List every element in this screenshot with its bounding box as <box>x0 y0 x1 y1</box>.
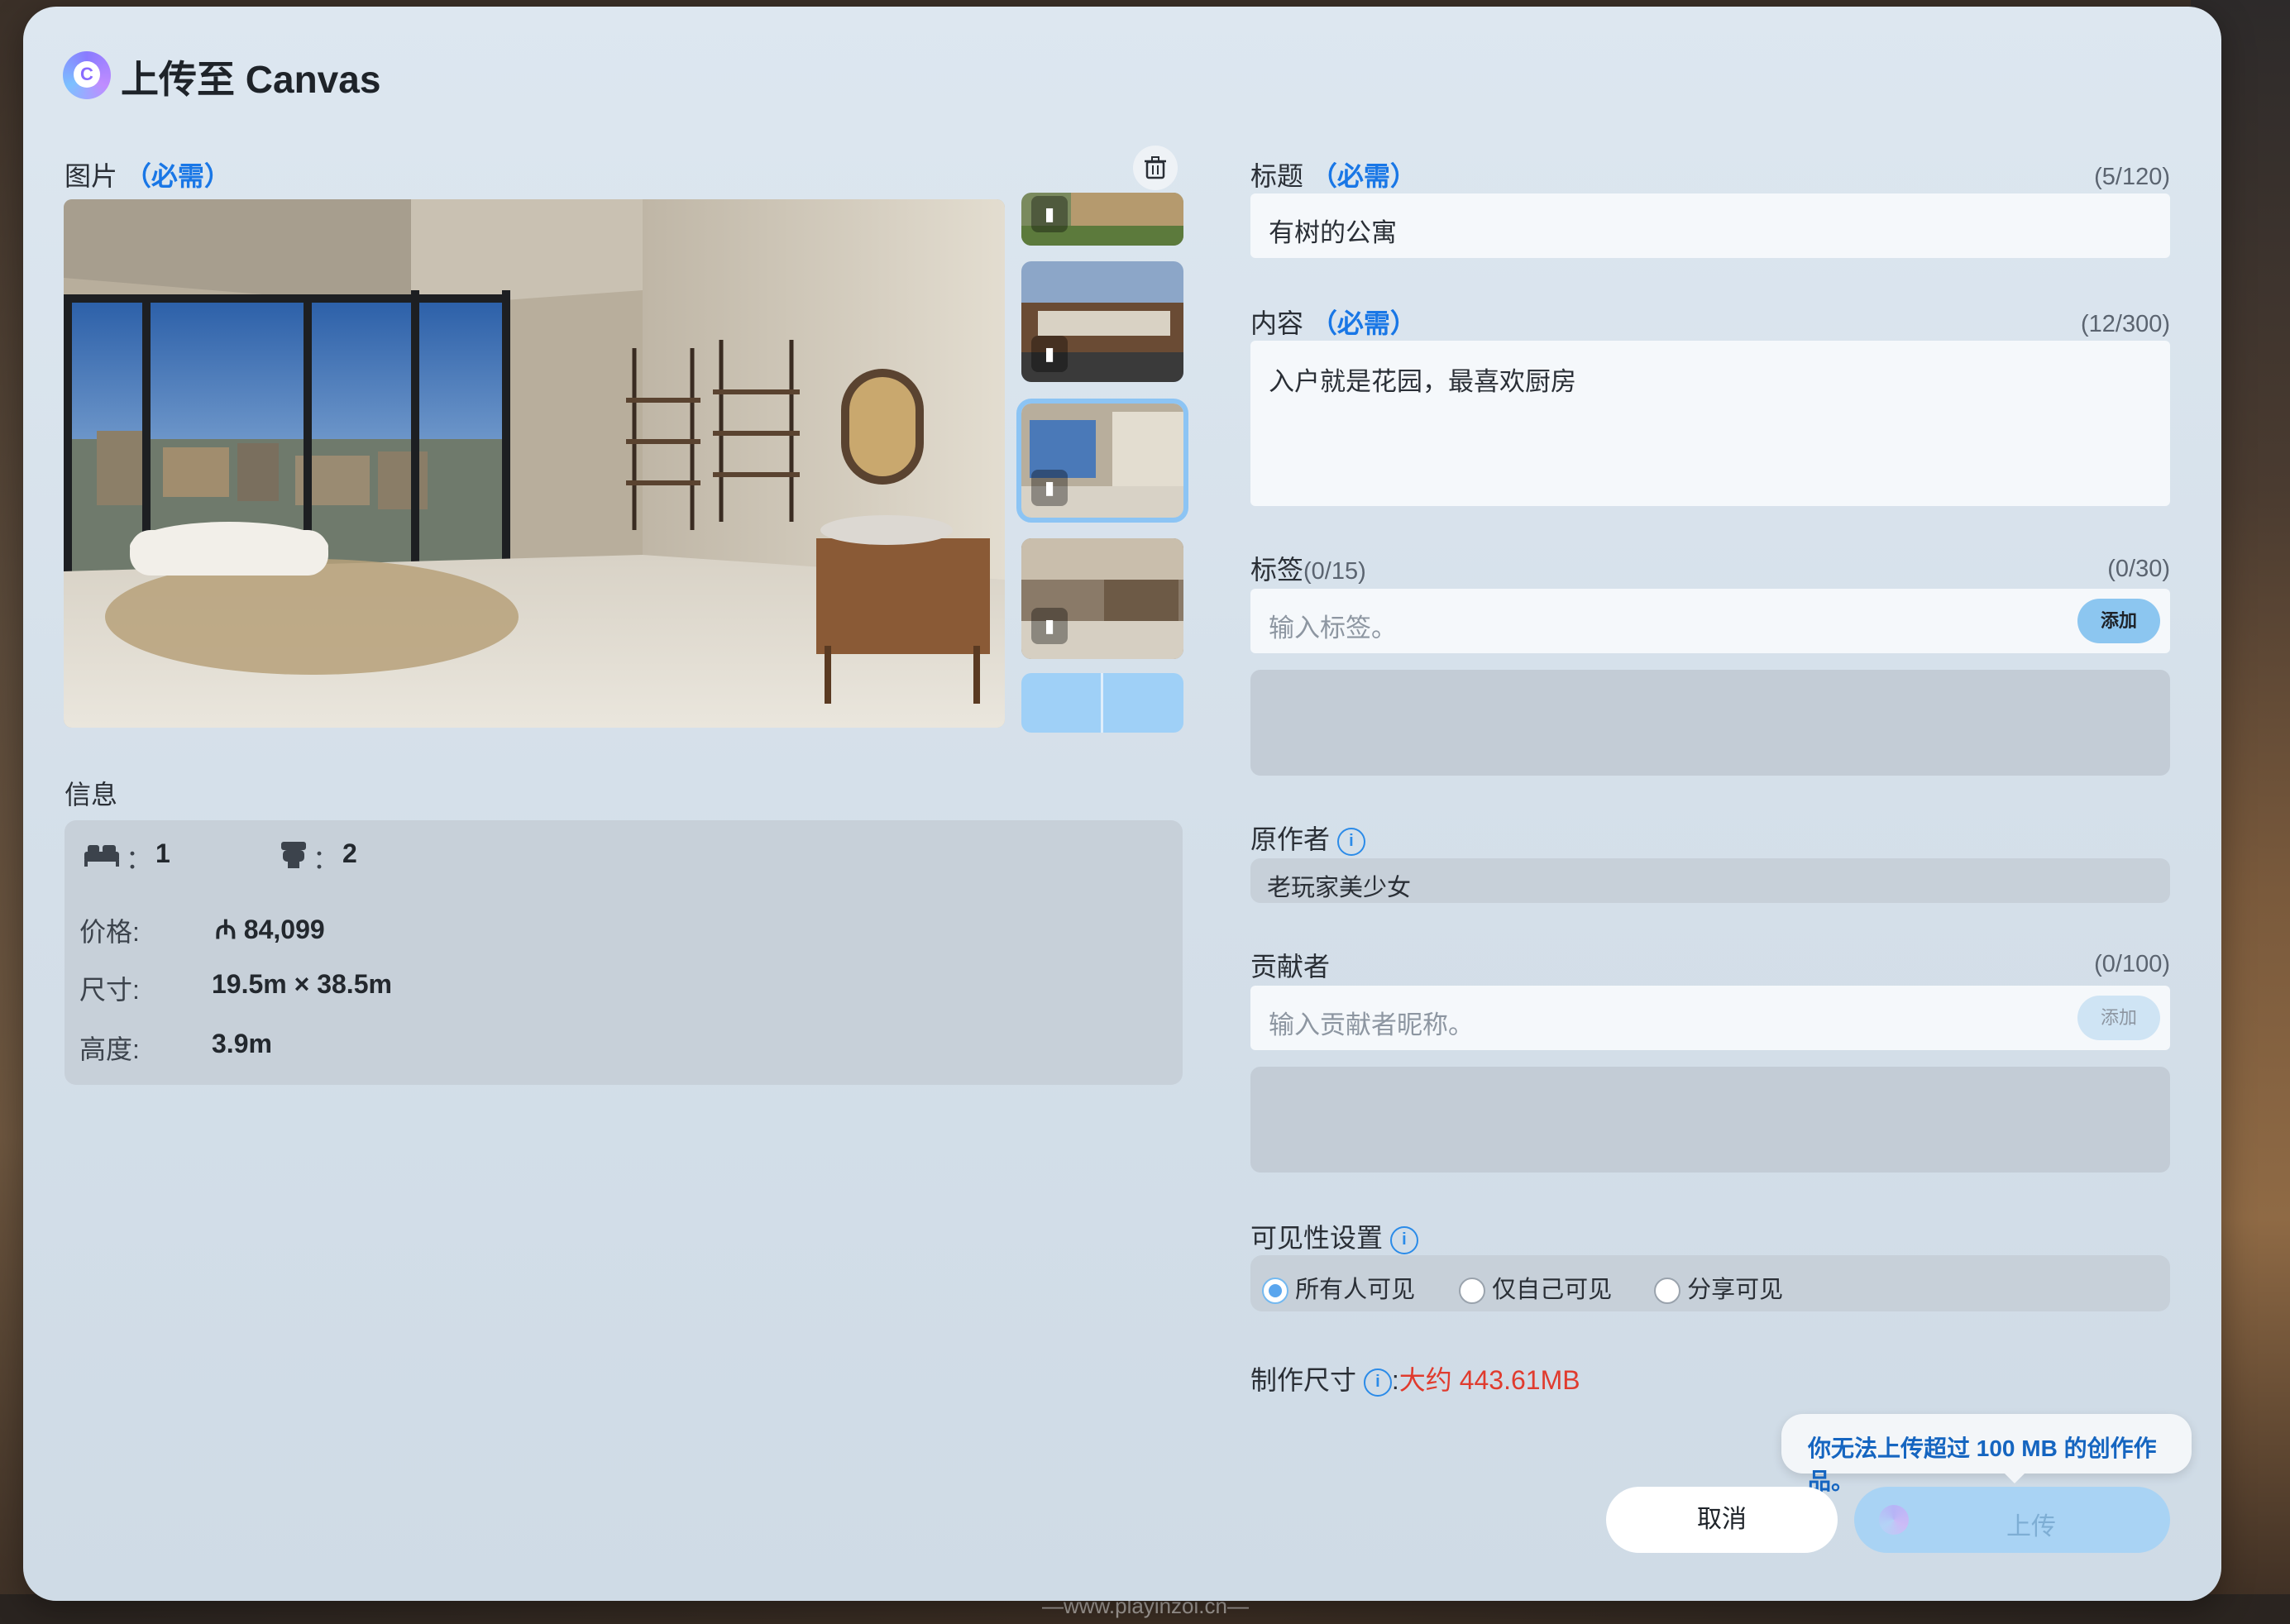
bathrooms-colon: ： <box>313 844 340 874</box>
creation-size-row: 制作尺寸 i:大约 443.61MB <box>1250 1359 1580 1397</box>
info-panel: ： 1 ： 2 价格: ₼ 84,099 尺寸: 19.5m × 38.5m 高… <box>65 820 1183 1085</box>
title-input[interactable]: 有树的公寓 <box>1250 193 2170 258</box>
image-section-header: 图片 （必需） <box>65 155 231 193</box>
size-label: 尺寸: <box>79 975 140 1005</box>
tags-input-placeholder: 输入标签。 <box>1269 614 1397 642</box>
creation-size-colon: : <box>1391 1365 1399 1395</box>
canvas-upload-icon <box>1879 1505 1909 1535</box>
price-value: ₼ 84,099 <box>215 915 325 944</box>
bedrooms-count: 1 <box>155 838 170 868</box>
visibility-option-everyone[interactable]: 所有人可见 <box>1262 1270 1415 1305</box>
radio-checked-icon[interactable] <box>1262 1278 1288 1305</box>
bookmark-icon[interactable]: ▮ <box>1031 608 1068 644</box>
canvas-logo-icon <box>63 51 111 99</box>
bookmark-icon[interactable]: ▮ <box>1031 196 1068 232</box>
bookmark-icon[interactable]: ▮ <box>1031 470 1068 506</box>
info-icon[interactable]: i <box>1363 1368 1392 1397</box>
upload-dialog: 上传至 Canvas 图片 （必需） <box>23 7 2221 1601</box>
bathrooms-count: 2 <box>342 838 357 868</box>
title-counter: (5/120) <box>2094 164 2170 190</box>
toilet-icon <box>280 840 308 870</box>
trash-icon[interactable] <box>1133 146 1178 190</box>
contrib-list-area <box>1250 1067 2170 1173</box>
title-field-header: 标题 （必需） <box>1250 155 1417 193</box>
tags-count: (0/15) <box>1303 558 1366 585</box>
main-image-preview <box>64 199 1005 728</box>
upload-limit-tooltip: 你无法上传超过 100 MB 的创作作品。 <box>1781 1414 2192 1494</box>
thumbnail-3-selected[interactable]: ▮ <box>1016 399 1188 523</box>
content-textarea-value: 入户就是花园，最喜欢厨房 <box>1269 367 1576 396</box>
contrib-label: 贡献者 <box>1250 952 1331 982</box>
creation-size-label: 制作尺寸 <box>1250 1365 1357 1395</box>
cancel-button[interactable]: 取消 <box>1606 1487 1838 1553</box>
visibility-options: 所有人可见 仅自己可见 分享可见 <box>1250 1255 2170 1311</box>
height-label: 高度: <box>79 1034 140 1064</box>
visibility-option-private[interactable]: 仅自己可见 <box>1459 1270 1612 1305</box>
content-field-header: 内容 （必需） <box>1250 303 1417 341</box>
tags-field-header: 标签(0/15) <box>1250 549 1366 587</box>
author-value: 老玩家美少女 <box>1267 875 1412 901</box>
tags-label: 标签 <box>1250 555 1304 585</box>
content-counter: (12/300) <box>2080 311 2170 337</box>
tags-list-area <box>1250 670 2170 776</box>
bedrooms-colon: ： <box>126 844 153 874</box>
thumbnail-4[interactable]: ▮ <box>1021 538 1183 659</box>
content-textarea[interactable]: 入户就是花园，最喜欢厨房 <box>1250 341 2170 506</box>
thumbnail-2[interactable]: ▮ <box>1021 261 1183 382</box>
image-required: （必需） <box>124 161 231 191</box>
contrib-add-button[interactable]: 添加 <box>2077 996 2160 1040</box>
visibility-label: 可见性设置 <box>1250 1223 1384 1253</box>
content-required: （必需） <box>1310 308 1417 338</box>
author-field-header: 原作者 i <box>1250 819 1365 857</box>
info-icon[interactable]: i <box>1336 827 1365 856</box>
bookmark-icon[interactable]: ▮ <box>1031 336 1068 372</box>
size-value: 19.5m × 38.5m <box>212 969 392 999</box>
title-input-value: 有树的公寓 <box>1269 218 1397 247</box>
visibility-option-label: 所有人可见 <box>1295 1277 1416 1303</box>
info-label: 信息 <box>65 780 118 810</box>
tags-counter: (0/30) <box>2107 556 2170 582</box>
height-value: 3.9m <box>212 1029 272 1058</box>
author-label: 原作者 <box>1250 824 1331 854</box>
creation-size-value: 大约 443.61MB <box>1398 1365 1580 1395</box>
contrib-input-placeholder: 输入贡献者昵称。 <box>1269 1010 1474 1039</box>
tags-add-button[interactable]: 添加 <box>2077 599 2160 643</box>
bed-icon <box>83 842 121 868</box>
dialog-title: 上传至 Canvas <box>121 58 381 101</box>
visibility-option-shared[interactable]: 分享可见 <box>1654 1270 1783 1305</box>
contrib-counter: (0/100) <box>2094 951 2170 977</box>
title-required: （必需） <box>1310 161 1417 191</box>
title-label: 标题 <box>1250 161 1304 191</box>
thumbnail-5[interactable] <box>1021 673 1183 733</box>
author-field: 老玩家美少女 <box>1250 858 2170 903</box>
price-label: 价格: <box>79 917 140 947</box>
upload-button-label: 上传 <box>2006 1513 2056 1540</box>
image-label: 图片 <box>65 161 118 191</box>
thumbnail-1[interactable]: ▮ <box>1021 193 1183 246</box>
radio-icon[interactable] <box>1459 1278 1485 1305</box>
radio-icon[interactable] <box>1654 1278 1680 1305</box>
visibility-field-header: 可见性设置 i <box>1250 1217 1418 1255</box>
visibility-option-label: 仅自己可见 <box>1492 1277 1613 1303</box>
visibility-option-label: 分享可见 <box>1687 1277 1784 1303</box>
content-label: 内容 <box>1250 308 1304 338</box>
tags-input[interactable]: 输入标签。 添加 <box>1250 589 2170 653</box>
info-icon[interactable]: i <box>1389 1225 1418 1254</box>
contrib-input[interactable]: 输入贡献者昵称。 添加 <box>1250 986 2170 1050</box>
